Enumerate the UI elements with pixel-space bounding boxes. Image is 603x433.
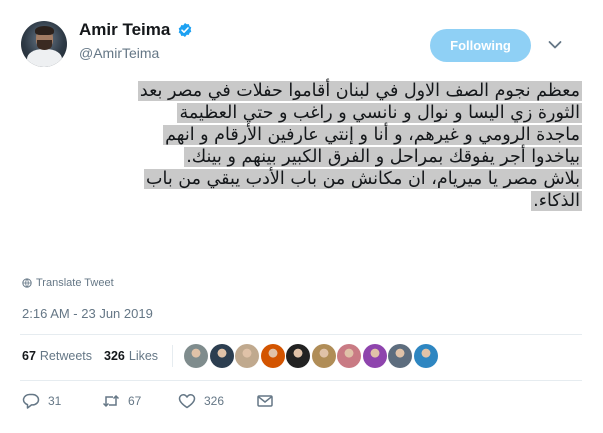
reply-count: 31: [48, 394, 62, 408]
retweet-button[interactable]: 67: [102, 393, 141, 409]
reply-icon: [22, 393, 40, 409]
liker-avatar[interactable]: [184, 344, 208, 368]
tweet-line: بلاش مصر يا ميريام، ان مكانش من باب الأد…: [144, 169, 582, 189]
retweet-icon: [102, 394, 120, 408]
direct-message-button[interactable]: [256, 393, 274, 409]
author-avatar[interactable]: [21, 21, 67, 67]
tweet-timestamp[interactable]: 2:16 AM - 23 Jun 2019: [22, 306, 153, 321]
liker-avatar[interactable]: [388, 344, 412, 368]
liker-avatar[interactable]: [286, 344, 310, 368]
globe-icon: [22, 278, 32, 288]
envelope-icon: [257, 395, 273, 407]
tweet-stats: 67 Retweets 326 Likes: [22, 346, 170, 366]
likers-avatars: [184, 344, 439, 368]
liker-avatar[interactable]: [413, 344, 438, 368]
likes-stat[interactable]: 326 Likes: [104, 349, 158, 363]
following-button[interactable]: Following: [430, 29, 531, 62]
tweet-line: بياخدوا أجر يفوقك بمراحل و الفرق الكبير …: [184, 147, 582, 167]
liker-avatar[interactable]: [337, 344, 361, 368]
tweet-line: ماجدة الرومي و غيرهم، و أنا و إنتي عارفي…: [163, 125, 582, 145]
tweet-line: الثورة زي اليسا و نوال و نانسي و راغب و …: [177, 103, 582, 123]
tweet-line: الذكاء.: [531, 191, 582, 211]
translate-tweet-link[interactable]: Translate Tweet: [22, 277, 114, 289]
author-handle[interactable]: @AmirTeima: [79, 45, 159, 61]
translate-label: Translate Tweet: [36, 277, 114, 289]
liker-avatar[interactable]: [209, 344, 234, 368]
tweet-header: Amir Teima @AmirTeima Following: [0, 0, 603, 75]
like-count: 326: [204, 394, 225, 408]
reply-button[interactable]: 31: [22, 393, 61, 409]
liker-avatar[interactable]: [362, 344, 387, 368]
retweets-stat[interactable]: 67 Retweets: [22, 349, 92, 363]
tweet-text: معظم نجوم الصف الاول في لبنان أقاموا حفل…: [20, 80, 582, 270]
verified-badge-icon: [178, 23, 192, 37]
liker-avatar[interactable]: [260, 344, 285, 368]
tweet-line: معظم نجوم الصف الاول في لبنان أقاموا حفل…: [137, 81, 582, 101]
like-button[interactable]: 326: [178, 393, 224, 409]
divider: [20, 334, 582, 335]
liker-avatar[interactable]: [311, 344, 336, 368]
heart-icon: [178, 394, 196, 409]
chevron-down-icon[interactable]: [548, 40, 562, 50]
liker-avatar[interactable]: [235, 344, 259, 368]
stats-separator: [172, 345, 173, 367]
author-name[interactable]: Amir Teima: [79, 20, 170, 40]
divider: [20, 380, 582, 381]
retweet-count: 67: [128, 394, 142, 408]
